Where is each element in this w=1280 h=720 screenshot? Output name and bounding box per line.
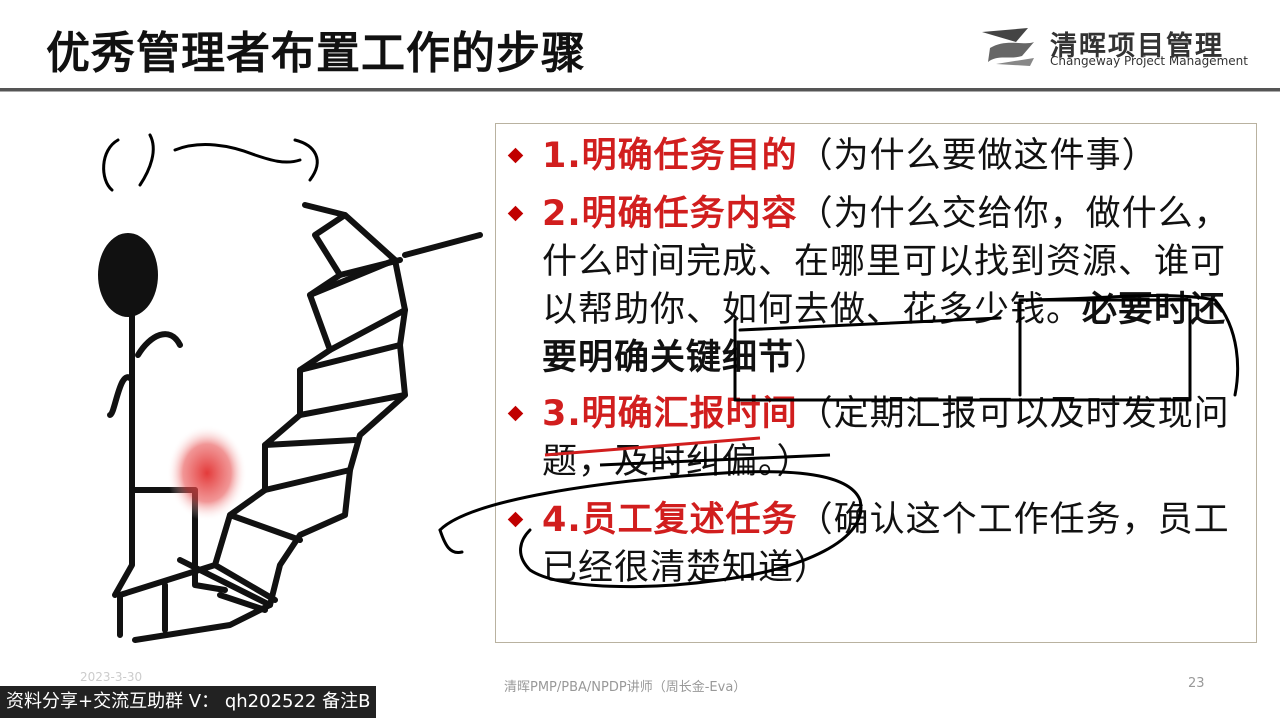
company-logo: 清晖项目管理 Changeway Project Management [976,22,1248,72]
list-item: 1.明确任务目的（为什么要做这件事） [507,132,1240,180]
stairs-climber-illustration [98,202,483,643]
step-heading: 3.明确汇报时间 [542,394,798,434]
step-heading: 4.员工复述任务 [542,500,798,540]
slide-footer: 清晖PMP/PBA/NPDP讲师（周长金-Eva） [504,680,747,695]
list-item: 2.明确任务内容（为什么交给你，做什么，什么时间完成、在哪里可以找到资源、谁可以… [507,190,1240,382]
slide-date: 2023-3-30 [80,670,143,684]
list-item: 4.员工复述任务（确认这个工作任务，员工已经很清楚知道） [507,496,1240,592]
slide-title: 优秀管理者布置工作的步骤 [46,28,586,79]
changeway-logo-icon [982,28,1034,66]
step-close: ） [794,338,831,378]
steps-panel: 1.明确任务目的（为什么要做这件事） 2.明确任务内容（为什么交给你，做什么，什… [495,123,1257,643]
step-text: （为什么要做这件事） [797,136,1158,176]
title-divider [0,88,1280,92]
logo-name-en: Changeway Project Management [1050,54,1248,68]
step-heading: 1.明确任务目的 [542,136,798,176]
page-number: 23 [1188,676,1205,691]
overlay-banner: 资料分享+交流互助群 V： qh202522 备注B [0,686,377,718]
list-item: 3.明确汇报时间（定期汇报可以及时发现问题，及时纠偏。） [507,390,1240,486]
step-heading: 2.明确任务内容 [542,194,798,234]
